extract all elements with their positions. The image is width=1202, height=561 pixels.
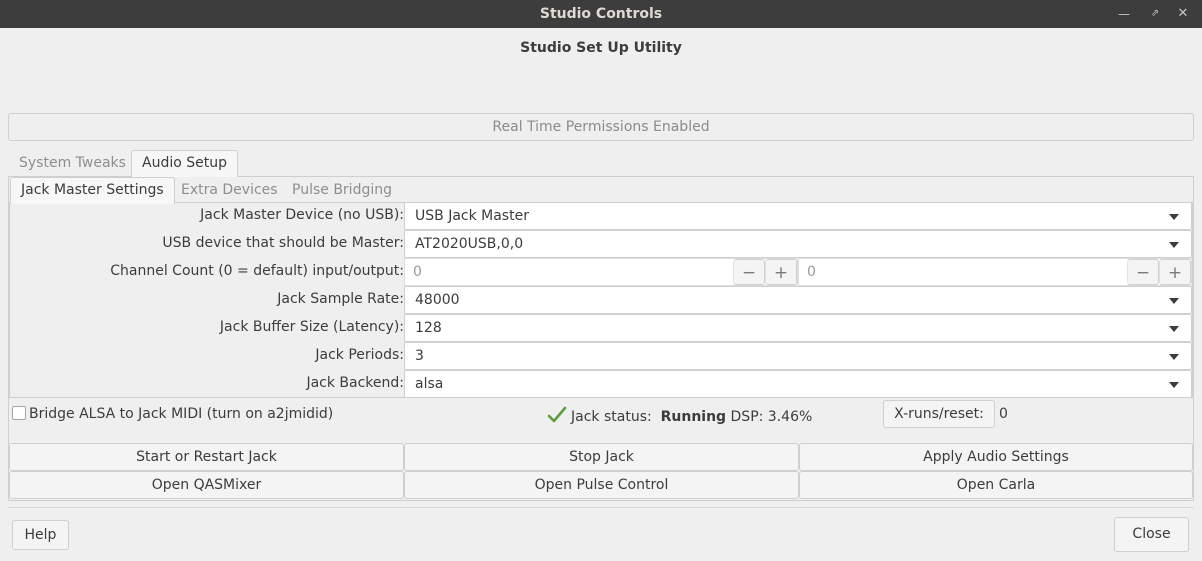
buffer-size-label: Jack Buffer Size (Latency): xyxy=(219,319,404,335)
channel-input-stepper[interactable]: 0 − + xyxy=(404,258,798,286)
tab-audio-setup[interactable]: Audio Setup xyxy=(131,150,238,177)
master-device-label: Jack Master Device (no USB): xyxy=(200,207,404,223)
close-window-icon[interactable]: ✕ xyxy=(1174,5,1192,23)
divider xyxy=(8,507,1194,508)
channel-input-value: 0 xyxy=(413,264,422,280)
backend-label: Jack Backend: xyxy=(306,375,404,391)
rt-permissions-button[interactable]: Real Time Permissions Enabled xyxy=(8,113,1194,141)
usb-master-value: AT2020USB,0,0 xyxy=(415,236,524,252)
master-device-select[interactable]: USB Jack Master xyxy=(404,202,1192,230)
chevron-down-icon xyxy=(1169,382,1179,388)
tab-extra-devices[interactable]: Extra Devices xyxy=(171,178,288,204)
buffer-size-value: 128 xyxy=(415,320,442,336)
backend-value: alsa xyxy=(415,376,444,392)
open-qasmixer-button[interactable]: Open QASMixer xyxy=(9,471,404,499)
sample-rate-label: Jack Sample Rate: xyxy=(277,291,404,307)
usb-master-select[interactable]: AT2020USB,0,0 xyxy=(404,230,1192,258)
increment-icon[interactable]: + xyxy=(765,259,797,285)
channel-output-value: 0 xyxy=(807,264,816,280)
periods-label: Jack Periods: xyxy=(315,347,404,363)
open-pulse-control-button[interactable]: Open Pulse Control xyxy=(404,471,799,499)
start-jack-button[interactable]: Start or Restart Jack xyxy=(9,443,404,471)
checkmark-icon xyxy=(547,406,567,423)
window-titlebar: Studio Controls — ⇗ ✕ xyxy=(0,0,1202,28)
increment-icon[interactable]: + xyxy=(1159,259,1191,285)
bridge-midi-label: Bridge ALSA to Jack MIDI (turn on a2jmid… xyxy=(29,406,334,422)
jack-status-state: Running xyxy=(660,409,727,425)
decrement-icon[interactable]: − xyxy=(1127,259,1159,285)
periods-select[interactable]: 3 xyxy=(404,342,1192,370)
chevron-down-icon xyxy=(1169,214,1179,220)
jack-status-prefix: Jack status: xyxy=(571,409,652,425)
tab-jack-master-settings[interactable]: Jack Master Settings xyxy=(10,177,175,204)
jack-dsp-load: DSP: 3.46% xyxy=(730,409,813,425)
usb-master-label: USB device that should be Master: xyxy=(162,235,404,251)
master-device-value: USB Jack Master xyxy=(415,208,529,224)
bridge-midi-row[interactable]: Bridge ALSA to Jack MIDI (turn on a2jmid… xyxy=(12,406,333,422)
chevron-down-icon xyxy=(1169,326,1179,332)
xruns-count: 0 xyxy=(999,406,1008,422)
buffer-size-select[interactable]: 128 xyxy=(404,314,1192,342)
chevron-down-icon xyxy=(1169,242,1179,248)
apply-audio-settings-button[interactable]: Apply Audio Settings xyxy=(799,443,1193,471)
jack-status: Jack status: Running DSP: 3.46% xyxy=(547,406,812,425)
backend-select[interactable]: alsa xyxy=(404,370,1192,398)
xruns-reset-button[interactable]: X-runs/reset: xyxy=(883,400,995,428)
help-button[interactable]: Help xyxy=(12,520,69,550)
tab-pulse-bridging[interactable]: Pulse Bridging xyxy=(282,178,402,204)
maximize-icon[interactable]: ⇗ xyxy=(1146,5,1164,23)
open-carla-button[interactable]: Open Carla xyxy=(799,471,1193,499)
sample-rate-select[interactable]: 48000 xyxy=(404,286,1192,314)
page-title: Studio Set Up Utility xyxy=(520,40,682,56)
chevron-down-icon xyxy=(1169,298,1179,304)
close-button[interactable]: Close xyxy=(1114,517,1189,552)
stop-jack-button[interactable]: Stop Jack xyxy=(404,443,799,471)
decrement-icon[interactable]: − xyxy=(733,259,765,285)
channel-output-stepper[interactable]: 0 − + xyxy=(798,258,1192,286)
sample-rate-value: 48000 xyxy=(415,292,460,308)
tab-system-tweaks[interactable]: System Tweaks xyxy=(9,151,136,177)
periods-value: 3 xyxy=(415,348,424,364)
channel-count-label: Channel Count (0 = default) input/output… xyxy=(110,263,404,279)
bridge-midi-checkbox[interactable] xyxy=(12,406,26,420)
minimize-icon[interactable]: — xyxy=(1115,5,1133,23)
window-title: Studio Controls xyxy=(539,6,663,22)
chevron-down-icon xyxy=(1169,354,1179,360)
